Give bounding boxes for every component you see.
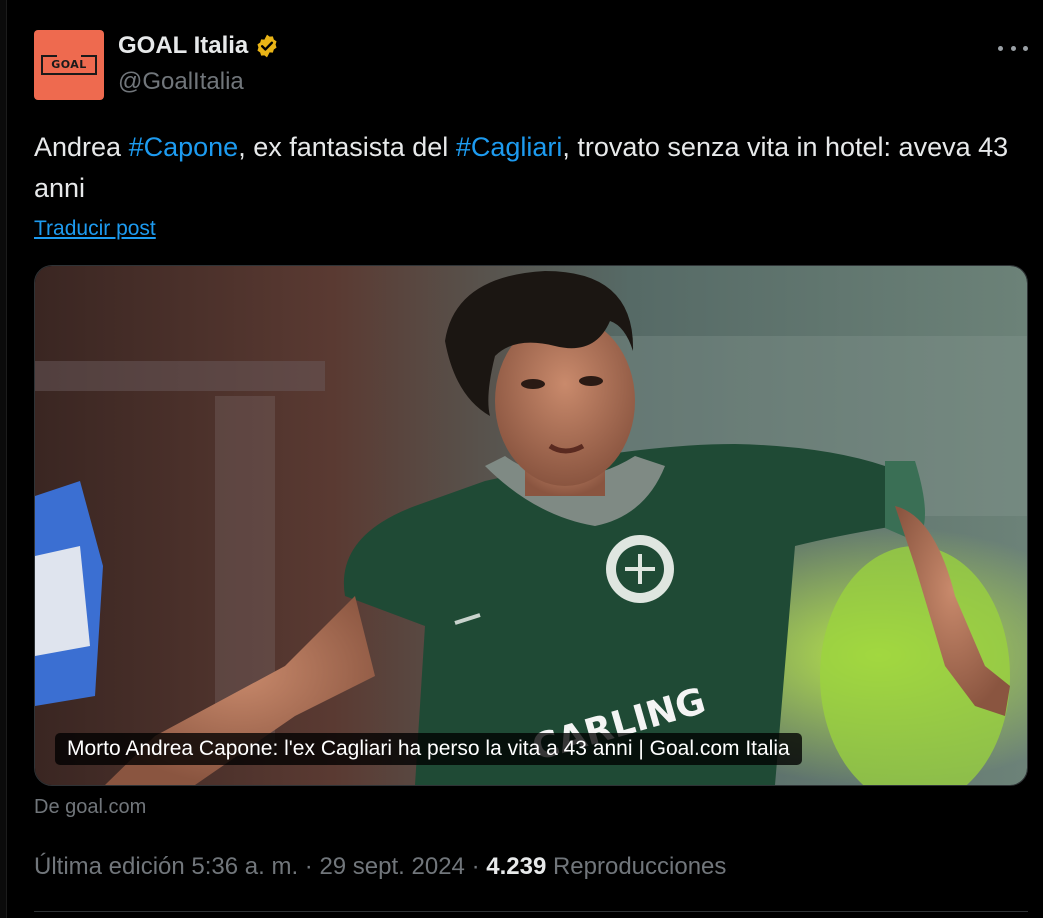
edited-timestamp[interactable]: Última edición 5:36 a. m. · 29 sept. 202… [34,853,486,880]
card-source[interactable]: De goal.com [34,796,146,819]
tweet-text-segment: , ex fantasista del [238,132,456,162]
goal-logo: GOAL [41,55,97,75]
views-count: 4.239 [486,853,547,880]
author-handle[interactable]: @GoalItalia [118,68,244,96]
card-caption[interactable]: Morto Andrea Capone: l'ex Cagliari ha pe… [55,733,802,765]
verified-badge-icon[interactable] [254,33,280,59]
card-image[interactable]: CARLING [35,266,1027,785]
tweet-text: Andrea #Capone, ex fantasista del #Cagli… [34,127,1024,209]
tweet-meta: Última edición 5:36 a. m. · 29 sept. 202… [34,853,726,881]
more-options-icon[interactable] [998,36,1028,60]
author-display-name[interactable]: GOAL Italia [118,32,248,60]
link-card[interactable]: CARLING Morto Andrea Capone: l'ex Caglia… [34,265,1028,786]
author-name-row: GOAL Italia [118,32,280,60]
avatar[interactable]: GOAL [34,30,104,100]
window-edge [0,0,7,918]
views-label: Reproducciones [546,853,727,880]
tweet: GOAL GOAL Italia @GoalItalia Andrea #Cap… [34,30,1028,880]
tweet-text-segment: Andrea [34,132,129,162]
hashtag-cagliari-link[interactable]: #Cagliari [456,132,563,162]
tweet-header: GOAL GOAL Italia @GoalItalia [34,30,1028,100]
translate-post-link[interactable]: Traducir post [34,217,156,241]
divider [34,911,1028,912]
hashtag-capone-link[interactable]: #Capone [129,132,239,162]
